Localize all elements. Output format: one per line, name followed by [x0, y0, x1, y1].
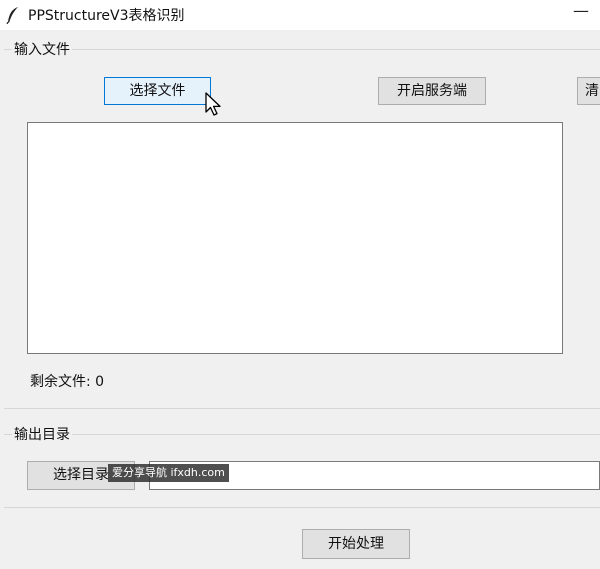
- select-file-button[interactable]: 选择文件: [104, 77, 211, 105]
- mouse-pointer-icon: [205, 92, 221, 116]
- output-section-label: 输出目录: [12, 424, 72, 444]
- minimize-button[interactable]: —: [568, 0, 594, 30]
- remaining-files-label: 剩余文件: 0: [30, 374, 105, 390]
- input-section-label: 输入文件: [12, 39, 72, 59]
- watermark-overlay: 爱分享导航 ifxdh.com: [108, 464, 229, 482]
- file-listbox[interactable]: [27, 122, 563, 354]
- feather-icon: [6, 7, 18, 24]
- title-bar: PPStructureV3表格识别 —: [0, 0, 600, 30]
- clear-button[interactable]: 清: [577, 77, 600, 105]
- window-title: PPStructureV3表格识别: [28, 8, 185, 24]
- start-processing-button[interactable]: 开始处理: [302, 529, 410, 559]
- start-service-button[interactable]: 开启服务端: [378, 77, 486, 105]
